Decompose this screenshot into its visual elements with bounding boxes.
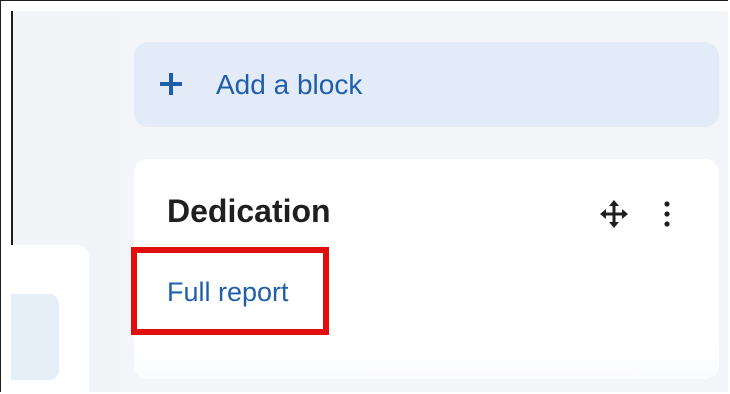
app-frame: Add a block Dedication Full report	[0, 0, 728, 392]
add-block-label: Add a block	[216, 68, 363, 100]
highlight-box	[131, 247, 329, 335]
add-block-button[interactable]: Add a block	[134, 42, 719, 127]
plus-icon	[156, 69, 186, 99]
kebab-menu-icon[interactable]	[657, 199, 677, 229]
move-icon[interactable]	[599, 199, 629, 229]
block-title: Dedication	[167, 193, 331, 229]
card-bottom-fade	[134, 341, 719, 379]
left-chip[interactable]	[11, 294, 59, 380]
